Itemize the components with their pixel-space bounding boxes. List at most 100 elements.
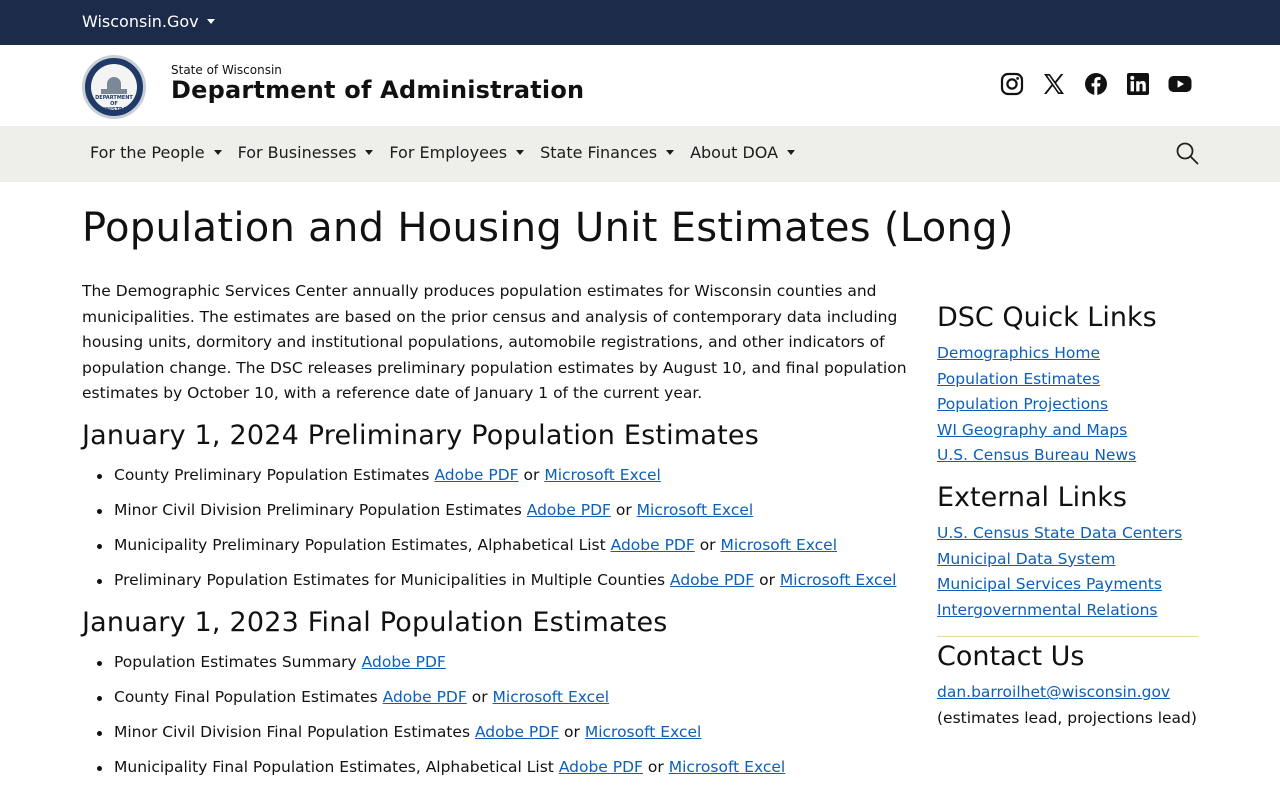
separator-text: or xyxy=(699,536,716,555)
separator-text: or xyxy=(759,571,775,590)
download-list: County Preliminary Population Estimates … xyxy=(82,463,907,594)
item-text: County Final Population Estimates xyxy=(114,687,378,706)
separator-text: or xyxy=(564,723,580,742)
pdf-link[interactable]: Adobe PDF xyxy=(527,501,611,519)
contact-block: Contact Us dan.barroilhet@wisconsin.gov … xyxy=(937,641,1198,731)
search-icon[interactable] xyxy=(1175,141,1199,165)
nav-label: For Employees xyxy=(389,143,508,162)
nav-for-employees[interactable]: For Employees xyxy=(389,143,525,162)
separator-text: or xyxy=(523,465,540,484)
wisconsin-gov-dropdown[interactable]: Wisconsin.Gov xyxy=(82,12,215,31)
excel-link[interactable]: Microsoft Excel xyxy=(585,723,702,741)
quick-links-heading: DSC Quick Links xyxy=(937,302,1157,333)
x-icon[interactable] xyxy=(1042,72,1066,96)
excel-link[interactable]: Microsoft Excel xyxy=(721,536,838,554)
external-link-municipal-data-system[interactable]: Municipal Data System xyxy=(937,547,1198,573)
list-item: Minor Civil Division Preliminary Populat… xyxy=(97,498,907,524)
chevron-down-icon xyxy=(365,150,374,155)
item-text: Preliminary Population Estimates for Mun… xyxy=(114,571,666,590)
quick-link-census-news[interactable]: U.S. Census Bureau News xyxy=(937,443,1198,469)
contact-heading: Contact Us xyxy=(937,641,1085,673)
social-links xyxy=(1000,72,1192,96)
pdf-link[interactable]: Adobe PDF xyxy=(670,571,754,589)
nav-for-the-people[interactable]: For the People xyxy=(90,143,222,162)
quick-links-block: DSC Quick Links Demographics Home Popula… xyxy=(937,302,1198,469)
department-title[interactable]: Department of Administration xyxy=(171,76,584,104)
list-item: Preliminary Population Estimates for Mun… xyxy=(97,568,907,594)
top-bar: Wisconsin.Gov xyxy=(0,0,1280,45)
sidebar: DSC Quick Links Demographics Home Popula… xyxy=(937,302,1198,745)
sidebar-divider xyxy=(937,636,1198,638)
pdf-link[interactable]: Adobe PDF xyxy=(611,536,695,554)
quick-link-wi-geography[interactable]: WI Geography and Maps xyxy=(937,418,1198,444)
youtube-icon[interactable] xyxy=(1168,72,1192,96)
main-nav: For the People For Businesses For Employ… xyxy=(0,126,1280,182)
quick-link-demographics-home[interactable]: Demographics Home xyxy=(937,341,1198,367)
list-item: County Preliminary Population Estimates … xyxy=(97,463,907,489)
site-header: DEPARTMENT OF ADMINISTRATION State of Wi… xyxy=(0,45,1280,126)
excel-link[interactable]: Microsoft Excel xyxy=(780,571,897,589)
excel-link[interactable]: Microsoft Excel xyxy=(544,466,661,484)
separator-text: or xyxy=(615,501,632,520)
list-item: Municipality Preliminary Population Esti… xyxy=(97,533,907,559)
intro-paragraph: The Demographic Services Center annually… xyxy=(82,282,907,403)
state-label: State of Wisconsin xyxy=(171,63,282,77)
nav-state-finances[interactable]: State Finances xyxy=(540,143,675,162)
chevron-down-icon xyxy=(666,150,675,155)
linkedin-icon[interactable] xyxy=(1126,72,1150,96)
contact-note: (estimates lead, projections lead) xyxy=(937,708,1197,727)
pdf-link[interactable]: Adobe PDF xyxy=(559,758,643,776)
item-text: County Preliminary Population Estimates xyxy=(114,465,430,484)
item-text: Municipality Final Population Estimates,… xyxy=(114,758,554,777)
item-text: Minor Civil Division Preliminary Populat… xyxy=(114,501,522,520)
item-text: Municipality Preliminary Population Esti… xyxy=(114,536,606,555)
download-list: Population Estimates Summary Adobe PDF C… xyxy=(82,650,907,781)
nav-menu: For the People For Businesses For Employ… xyxy=(90,143,796,162)
item-text: Population Estimates Summary xyxy=(114,652,357,671)
list-item: Minor Civil Division Final Population Es… xyxy=(97,720,907,746)
pdf-link[interactable]: Adobe PDF xyxy=(362,653,446,671)
page-title: Population and Housing Unit Estimates (L… xyxy=(82,205,1014,251)
nav-label: State Finances xyxy=(540,143,658,162)
seal-inner: DEPARTMENT OF ADMINISTRATION xyxy=(91,64,140,113)
separator-text: or xyxy=(647,758,664,777)
pdf-link[interactable]: Adobe PDF xyxy=(383,688,467,706)
item-text: Minor Civil Division Final Population Es… xyxy=(114,723,471,742)
chevron-down-icon xyxy=(206,19,215,24)
external-links-heading: External Links xyxy=(937,481,1127,513)
excel-link[interactable]: Microsoft Excel xyxy=(637,501,754,519)
main-content: The Demographic Services Center annually… xyxy=(82,279,907,790)
nav-label: For the People xyxy=(90,143,205,162)
pdf-link[interactable]: Adobe PDF xyxy=(475,723,559,741)
list-item: Population Estimates Summary Adobe PDF xyxy=(97,650,907,676)
section-heading: January 1, 2023 Final Population Estimat… xyxy=(82,606,668,638)
pdf-link[interactable]: Adobe PDF xyxy=(434,466,518,484)
chevron-down-icon xyxy=(516,150,525,155)
external-link-municipal-services-payments[interactable]: Municipal Services Payments xyxy=(937,572,1198,598)
doa-seal-logo[interactable]: DEPARTMENT OF ADMINISTRATION xyxy=(82,55,146,119)
excel-link[interactable]: Microsoft Excel xyxy=(493,688,610,706)
nav-about-doa[interactable]: About DOA xyxy=(690,143,796,162)
wisconsin-gov-label: Wisconsin.Gov xyxy=(82,12,199,31)
facebook-icon[interactable] xyxy=(1084,72,1108,96)
list-item: County Final Population Estimates Adobe … xyxy=(97,685,907,711)
external-links-block: External Links U.S. Census State Data Ce… xyxy=(937,482,1198,623)
instagram-icon[interactable] xyxy=(1000,72,1024,96)
seal-text: DEPARTMENT OF ADMINISTRATION xyxy=(91,95,140,113)
quick-link-population-projections[interactable]: Population Projections xyxy=(937,392,1198,418)
contact-email-link[interactable]: dan.barroilhet@wisconsin.gov xyxy=(937,680,1198,706)
capitol-dome-icon xyxy=(107,77,121,89)
chevron-down-icon xyxy=(787,150,796,155)
excel-link[interactable]: Microsoft Excel xyxy=(669,758,786,776)
separator-text: or xyxy=(471,687,488,706)
external-link-state-data-centers[interactable]: U.S. Census State Data Centers xyxy=(937,521,1198,547)
nav-label: For Businesses xyxy=(237,143,357,162)
chevron-down-icon xyxy=(213,150,222,155)
list-item: Municipality Final Population Estimates,… xyxy=(97,755,907,781)
quick-link-population-estimates[interactable]: Population Estimates xyxy=(937,367,1198,393)
section-heading: January 1, 2024 Preliminary Population E… xyxy=(82,419,759,451)
external-link-intergovernmental-relations[interactable]: Intergovernmental Relations xyxy=(937,598,1198,624)
nav-for-businesses[interactable]: For Businesses xyxy=(238,143,374,162)
capitol-base-icon xyxy=(101,89,127,94)
nav-label: About DOA xyxy=(690,143,779,162)
